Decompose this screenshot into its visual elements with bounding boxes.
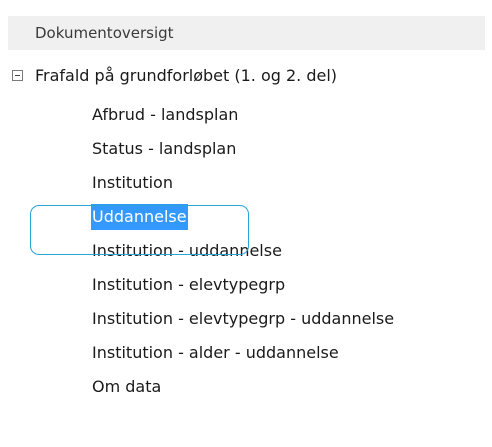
tree-item-institution-elevtypegrp-uddannelse[interactable]: Institution - elevtypegrp - uddannelse xyxy=(91,306,395,340)
panel-title: Dokumentoversigt xyxy=(8,16,485,50)
tree-item-label: Afbrud - landsplan xyxy=(92,105,239,124)
tree-item-label: Om data xyxy=(92,377,162,396)
tree-item-label: Institution - alder - uddannelse xyxy=(92,343,339,362)
tree-item-label: Institution xyxy=(92,173,173,192)
tree-item-institution-alder-uddannelse[interactable]: Institution - alder - uddannelse xyxy=(91,340,395,374)
tree-item-label: Institution - elevtypegrp - uddannelse xyxy=(92,309,395,328)
tree-root-label: Frafald på grundforløbet (1. og 2. del) xyxy=(35,65,338,85)
tree-item-label: Status - landsplan xyxy=(92,139,237,158)
tree-item-institution-elevtypegrp[interactable]: Institution - elevtypegrp xyxy=(91,272,395,306)
tree-item-afbrud-landsplan[interactable]: Afbrud - landsplan xyxy=(91,102,395,136)
collapse-icon[interactable] xyxy=(12,69,23,81)
tree-item-institution[interactable]: Institution xyxy=(91,170,395,204)
document-overview-panel: Dokumentoversigt Frafald på grundforløbe… xyxy=(0,0,492,447)
tree-item-label: Uddannelse xyxy=(91,204,188,230)
tree-root-node[interactable]: Frafald på grundforløbet (1. og 2. del) xyxy=(12,62,337,88)
tree-item-status-landsplan[interactable]: Status - landsplan xyxy=(91,136,395,170)
tree-item-label: Institution - elevtypegrp xyxy=(92,275,286,294)
tree-item-om-data[interactable]: Om data xyxy=(91,374,395,408)
tree-item-institution-uddannelse[interactable]: Institution - uddannelse xyxy=(91,238,395,272)
tree-item-uddannelse[interactable]: Uddannelse xyxy=(91,204,395,238)
tree-item-label: Institution - uddannelse xyxy=(92,241,282,260)
tree-children: Afbrud - landsplan Status - landsplan In… xyxy=(91,102,395,408)
